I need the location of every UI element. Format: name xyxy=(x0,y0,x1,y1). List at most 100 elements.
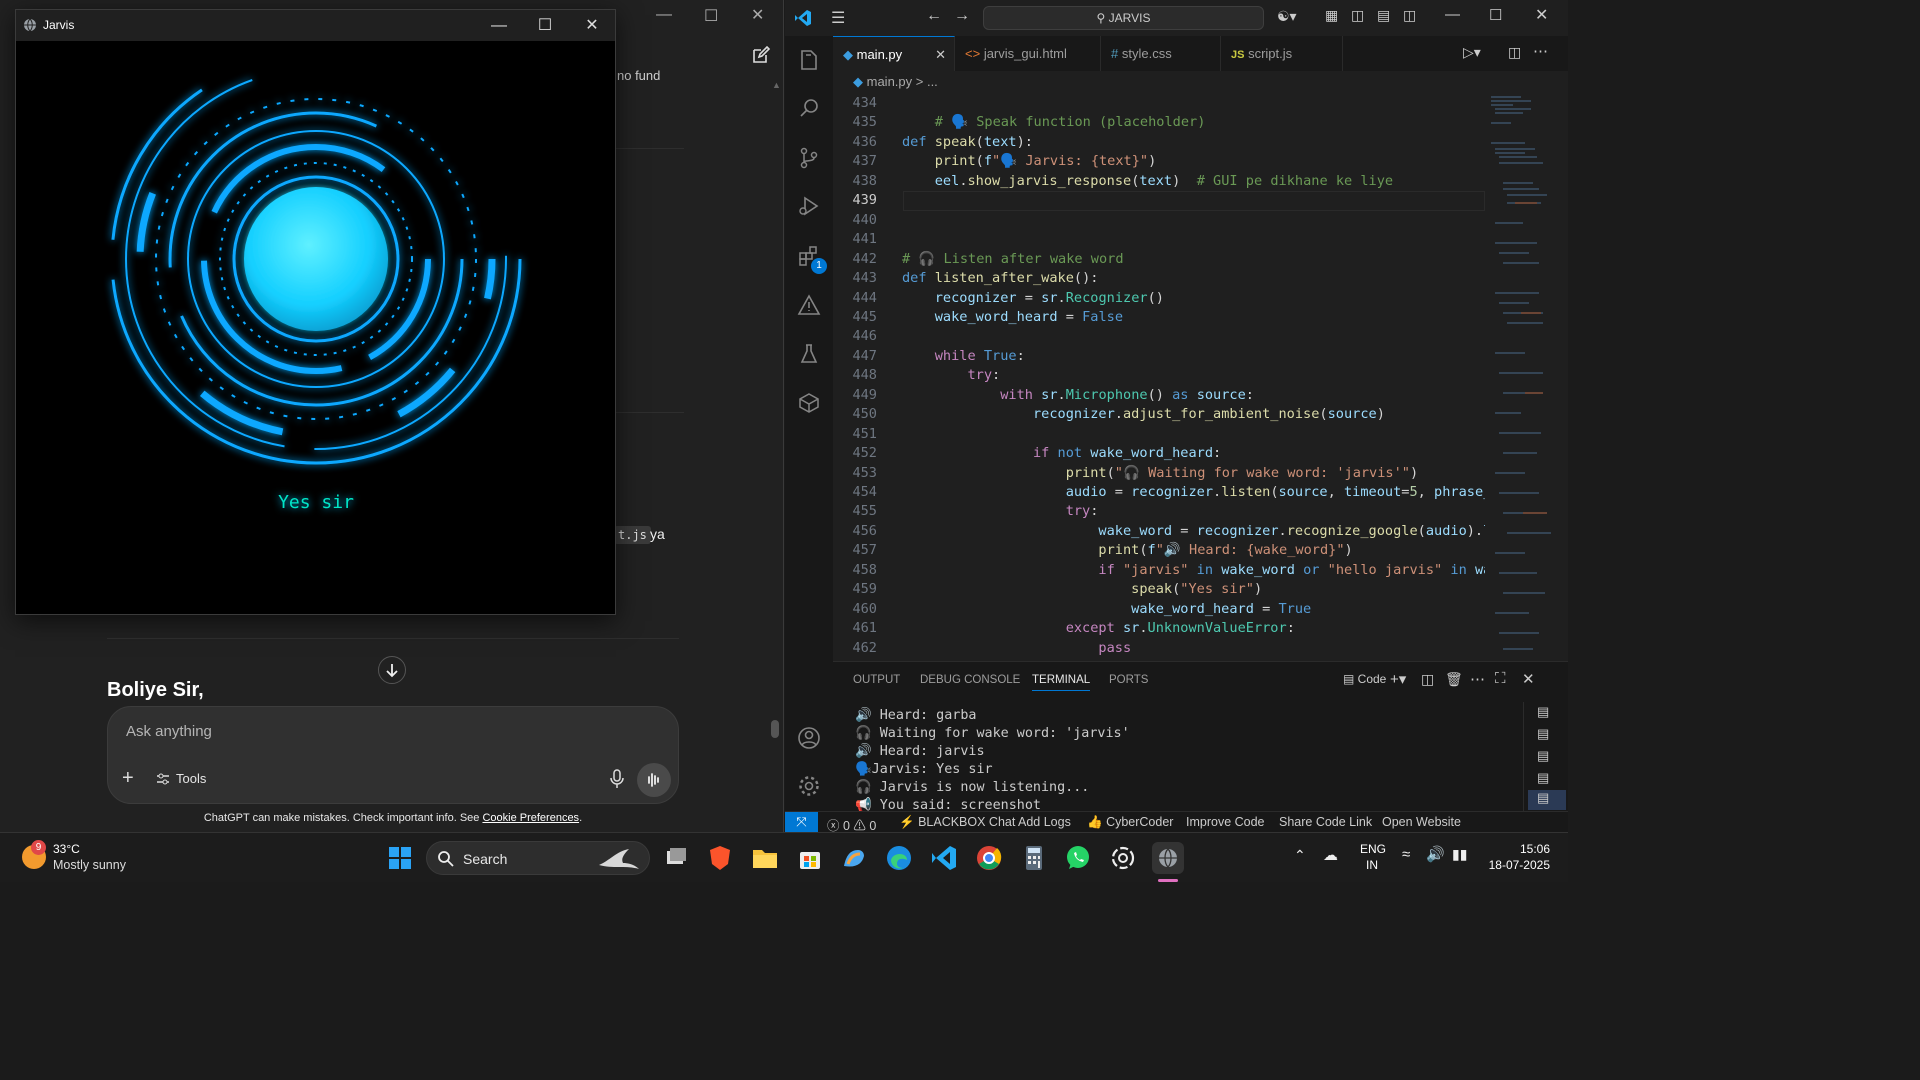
back-arrow-icon[interactable]: ← xyxy=(926,7,942,25)
code-line[interactable]: with sr.Microphone() as source: xyxy=(902,387,1254,403)
vscode-minimize-button[interactable]: — xyxy=(1445,6,1460,23)
panel-tab-debug-console[interactable]: DEBUG CONSOLE xyxy=(920,674,1020,686)
toggle-secondary-sidebar-icon[interactable]: ◫ xyxy=(1403,7,1416,24)
code-line[interactable]: wake_word_heard = False xyxy=(902,309,1123,325)
onedrive-icon[interactable]: ☁ xyxy=(1323,846,1338,864)
code-line[interactable]: def listen_after_wake(): xyxy=(902,270,1098,286)
forward-arrow-icon[interactable]: → xyxy=(954,7,970,25)
microsoft-store-icon[interactable] xyxy=(794,842,826,874)
maximize-panel-icon[interactable]: ⛶ xyxy=(1495,670,1506,687)
code-line[interactable]: def speak(text): xyxy=(902,134,1033,150)
code-editor[interactable]: 434 435 # 🗣️ Speak function (placeholder)… xyxy=(833,93,1485,660)
status-cybercoder[interactable]: 👍 CyberCoder xyxy=(1087,815,1173,830)
region-indicator[interactable]: IN xyxy=(1366,858,1378,872)
code-line[interactable]: print(f"🗣️ Jarvis: {text}") xyxy=(902,153,1157,169)
code-line[interactable]: # 🎧 Listen after wake word xyxy=(902,251,1124,267)
jarvis-maximize-button[interactable]: ☐ xyxy=(534,15,556,37)
edge-browser-icon[interactable] xyxy=(883,842,915,874)
code-line[interactable]: wake_word_heard = True xyxy=(902,601,1311,617)
more-actions-icon[interactable]: ⋯ xyxy=(1470,670,1485,688)
account-icon[interactable] xyxy=(797,726,821,750)
panel-tab-terminal[interactable]: TERMINAL xyxy=(1032,674,1091,691)
taskbar-date[interactable]: 18-07-2025 xyxy=(1478,858,1550,872)
task-view-icon[interactable] xyxy=(660,842,692,874)
minimap[interactable] xyxy=(1485,93,1555,660)
code-line[interactable]: audio = recognizer.listen(source, timeou… xyxy=(902,484,1485,500)
trash-icon[interactable]: 🗑 xyxy=(1445,671,1463,688)
more-actions-icon[interactable]: ⋯ xyxy=(1533,42,1548,60)
layout-customize-icon[interactable]: ▦ xyxy=(1325,7,1338,24)
tab-script-js[interactable]: JS script.js xyxy=(1221,36,1343,71)
testing-flask-icon[interactable] xyxy=(797,342,821,366)
new-chat-icon[interactable] xyxy=(751,45,771,65)
settings-gear-icon[interactable] xyxy=(797,774,821,798)
split-terminal-icon[interactable]: ◫ xyxy=(1421,671,1434,688)
add-attachment-button[interactable]: + xyxy=(122,767,134,790)
weather-description[interactable]: Mostly sunny xyxy=(53,858,126,872)
terminal-instance-icon[interactable]: ▤ xyxy=(1537,726,1549,742)
warning-icon[interactable] xyxy=(797,293,821,317)
jarvis-titlebar[interactable]: Jarvis — ☐ ✕ xyxy=(16,10,615,41)
code-line[interactable]: while True: xyxy=(902,348,1025,364)
terminal-output[interactable]: 🔊 Heard: garba 🎧 Waiting for wake word: '… xyxy=(833,704,1513,813)
code-line[interactable]: try: xyxy=(902,503,1099,519)
status-blackbox-chat[interactable]: ⚡ BLACKBOX Chat xyxy=(899,815,1015,830)
show-hidden-icons-button[interactable]: ⌃ xyxy=(1294,847,1306,864)
tab-jarvis-gui-html[interactable]: <> jarvis_gui.html xyxy=(955,36,1101,71)
chat-composer[interactable]: Ask anything + Tools xyxy=(107,706,679,804)
chrome-browser-icon[interactable] xyxy=(973,842,1005,874)
code-line[interactable]: pass xyxy=(902,640,1131,656)
toggle-panel-icon[interactable]: ▤ xyxy=(1377,7,1390,24)
tab-main-py[interactable]: ◆ main.py ✕ xyxy=(833,36,955,71)
chatgpt-minimize-button[interactable]: — xyxy=(656,6,672,24)
code-line[interactable]: if "jarvis" in wake_word or "hello jarvi… xyxy=(902,562,1485,578)
terminal-instance-icon[interactable]: ▤ xyxy=(1537,748,1549,764)
cookie-preferences-link[interactable]: Cookie Preferences xyxy=(482,812,579,824)
chatgpt-close-button[interactable]: ✕ xyxy=(751,5,764,25)
calculator-icon[interactable] xyxy=(1018,842,1050,874)
code-line[interactable]: recognizer = sr.Recognizer() xyxy=(902,290,1164,306)
explorer-icon[interactable] xyxy=(797,48,821,72)
copilot-icon[interactable]: ☯▾ xyxy=(1277,8,1297,25)
tools-button[interactable]: Tools xyxy=(156,771,206,786)
remote-indicator-icon[interactable]: ⤧ xyxy=(785,812,818,833)
menu-icon[interactable]: ☰ xyxy=(831,8,845,28)
code-line[interactable]: try: xyxy=(902,367,1000,383)
composer-placeholder[interactable]: Ask anything xyxy=(126,723,212,740)
whatsapp-icon[interactable] xyxy=(1062,842,1094,874)
taskbar-search[interactable]: Search xyxy=(426,841,650,875)
vscode-close-button[interactable]: ✕ xyxy=(1535,5,1548,25)
panel-tab-ports[interactable]: PORTS xyxy=(1109,674,1148,686)
battery-icon[interactable]: ▮▮ xyxy=(1452,846,1467,863)
status-open-website[interactable]: Open Website xyxy=(1382,815,1461,829)
jarvis-taskbar-icon[interactable] xyxy=(1152,842,1184,874)
code-line[interactable]: print("🎧 Waiting for wake word: 'jarvis'… xyxy=(902,465,1418,481)
terminal-instance-icon-active[interactable]: ▤ xyxy=(1528,790,1566,810)
file-explorer-icon[interactable] xyxy=(749,842,781,874)
code-line[interactable]: except sr.UnknownValueError: xyxy=(902,620,1295,636)
code-line[interactable]: wake_word = recognizer.recognize_google(… xyxy=(902,523,1485,539)
toggle-sidebar-icon[interactable]: ◫ xyxy=(1351,7,1364,24)
breadcrumb[interactable]: ◆ main.py > ... xyxy=(853,74,938,90)
weather-temperature[interactable]: 33°C xyxy=(53,842,80,856)
status-add-logs[interactable]: Add Logs xyxy=(1018,815,1071,829)
chatgpt-maximize-button[interactable]: ☐ xyxy=(704,6,718,26)
scrollbar-thumb[interactable] xyxy=(771,720,779,738)
run-python-icon[interactable]: ▷▾ xyxy=(1463,44,1481,61)
chatgpt-app-icon[interactable] xyxy=(1107,842,1139,874)
taskbar-clock[interactable]: 15:06 xyxy=(1478,842,1550,856)
panel-tab-output[interactable]: OUTPUT xyxy=(853,674,900,686)
jarvis-close-button[interactable]: ✕ xyxy=(581,15,603,37)
close-panel-icon[interactable]: ✕ xyxy=(1522,670,1535,688)
terminal-profile-button[interactable]: ▤ Code xyxy=(1343,672,1386,686)
terminal-instance-icon[interactable]: ▤ xyxy=(1537,770,1549,786)
tab-style-css[interactable]: # style.css xyxy=(1101,36,1221,71)
scroll-up-icon[interactable]: ▲ xyxy=(772,80,781,90)
code-line[interactable]: eel.show_jarvis_response(text) # GUI pe … xyxy=(902,173,1393,189)
terminal-instance-icon[interactable]: ▤ xyxy=(1537,704,1549,720)
code-line[interactable]: recognizer.adjust_for_ambient_noise(sour… xyxy=(902,406,1385,422)
code-line[interactable]: if not wake_word_heard: xyxy=(902,445,1221,461)
copilot-app-icon[interactable] xyxy=(838,842,870,874)
code-line[interactable]: # 🗣️ Speak function (placeholder) xyxy=(902,114,1206,130)
brave-browser-icon[interactable] xyxy=(704,842,736,874)
